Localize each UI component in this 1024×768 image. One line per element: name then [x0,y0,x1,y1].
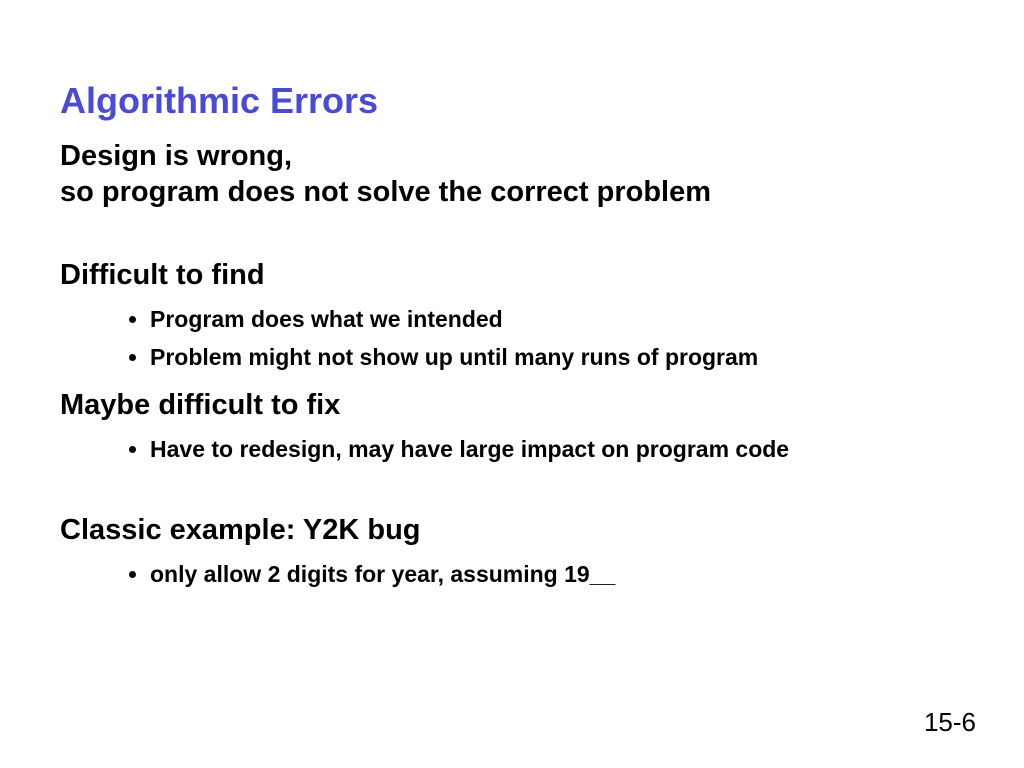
section-3-bullets: only allow 2 digits for year, assuming 1… [60,557,964,592]
bullet-item: Problem might not show up until many run… [150,340,964,375]
section-heading-3: Classic example: Y2K bug [60,514,964,547]
section-1-bullets: Program does what we intended Problem mi… [60,302,964,375]
bullet-item: Have to redesign, may have large impact … [150,432,964,467]
subtitle-line-1: Design is wrong, [60,140,292,172]
section-heading-2: Maybe difficult to fix [60,389,964,422]
section-heading-1: Difficult to find [60,259,964,292]
subtitle-line-2: so program does not solve the correct pr… [60,176,711,208]
bullet-item: Program does what we intended [150,302,964,337]
bullet-item: only allow 2 digits for year, assuming 1… [150,557,964,592]
section-2-bullets: Have to redesign, may have large impact … [60,432,964,467]
slide-subtitle: Design is wrong, so program does not sol… [60,138,964,211]
page-number: 15-6 [924,707,976,738]
slide-content: Algorithmic Errors Design is wrong, so p… [0,0,1024,768]
slide-title: Algorithmic Errors [60,80,964,122]
